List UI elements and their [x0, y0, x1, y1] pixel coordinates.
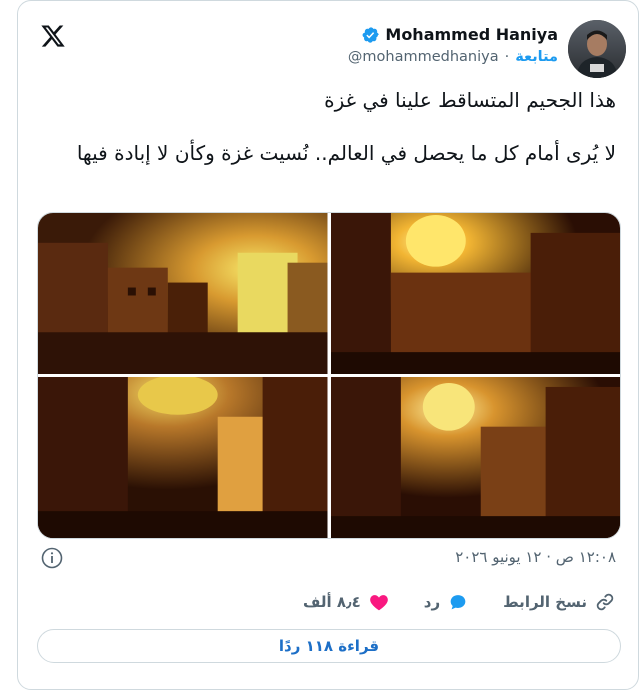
- tweet-text-line: هذا الجحيم المتساقط علينا في غزة: [324, 88, 616, 112]
- read-replies-button[interactable]: قراءة ١١٨ ردًا: [37, 629, 621, 663]
- copy-link-label: نسخ الرابط: [503, 593, 587, 611]
- reply-action[interactable]: رد: [424, 591, 469, 613]
- photo-1[interactable]: [38, 213, 328, 374]
- author-handle[interactable]: @mohammedhaniya: [348, 49, 499, 65]
- author-block: Mohammed Haniya @mohammedhaniya · متابعة: [348, 25, 558, 65]
- media-grid: [37, 212, 621, 539]
- info-icon[interactable]: [40, 546, 64, 570]
- speech-bubble-icon: [450, 595, 466, 610]
- action-bar: نسخ الرابط رد ٨٫٤ ألف: [303, 591, 616, 613]
- link-icon: [596, 593, 614, 611]
- copy-link-action[interactable]: نسخ الرابط: [503, 591, 616, 613]
- tweet-header: Mohammed Haniya @mohammedhaniya · متابعة: [18, 1, 638, 91]
- author-name[interactable]: Mohammed Haniya: [385, 25, 558, 44]
- photo-3[interactable]: [38, 377, 328, 538]
- heart-icon: [369, 595, 388, 611]
- follow-button[interactable]: متابعة: [515, 49, 558, 65]
- photo-2[interactable]: [330, 213, 620, 374]
- tweet-text-line: لا يُرى أمام كل ما يحصل في العالم.. نُسي…: [76, 141, 616, 165]
- verified-badge-icon: [362, 26, 380, 43]
- like-action[interactable]: ٨٫٤ ألف: [303, 591, 390, 613]
- tweet-text: هذا الجحيم المتساقط علينا في غزة لا يُرى…: [26, 87, 616, 167]
- x-logo-icon[interactable]: [40, 23, 66, 49]
- timestamp-text[interactable]: ١٢:٠٨ ص · ١٢ يونيو ٢٠٢٦: [455, 548, 616, 566]
- photo-4[interactable]: [330, 377, 620, 538]
- likes-count: ٨٫٤ ألف: [302, 593, 361, 611]
- reply-label: رد: [423, 593, 441, 611]
- read-replies-label: قراءة ١١٨ ردًا: [278, 637, 380, 655]
- avatar[interactable]: [568, 20, 626, 78]
- separator-dot: ·: [504, 49, 510, 65]
- tweet-card: Mohammed Haniya @mohammedhaniya · متابعة: [17, 0, 639, 690]
- tweet-timestamp[interactable]: ١٢:٠٨ ص · ١٢ يونيو ٢٠٢٦: [455, 548, 616, 566]
